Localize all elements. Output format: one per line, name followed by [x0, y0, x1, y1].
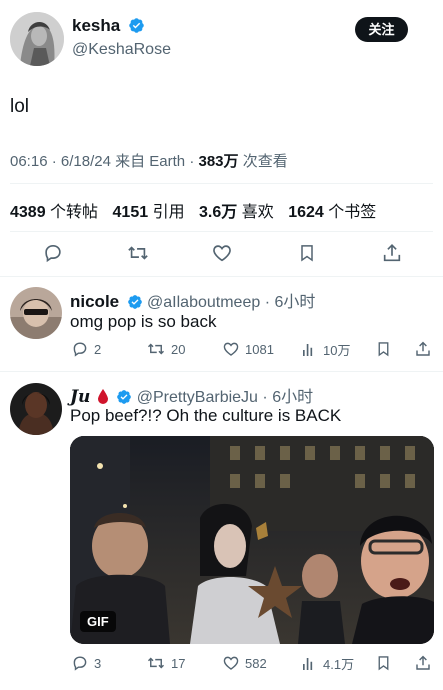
- blood-drop-icon: [97, 389, 108, 404]
- views-label: 次查看: [242, 153, 288, 170]
- retweet-button[interactable]: 17: [146, 654, 185, 672]
- like-count: 1081: [245, 341, 274, 357]
- like-icon: [223, 656, 239, 670]
- tweet-date[interactable]: 6/18/24: [61, 153, 111, 170]
- retweet-count: 17: [171, 655, 186, 671]
- reply-button[interactable]: [42, 242, 64, 264]
- reply-icon: [73, 342, 87, 357]
- like-button[interactable]: 582: [222, 654, 267, 672]
- gif-media[interactable]: GIF: [70, 436, 434, 644]
- author-handle[interactable]: @KeshaRose: [72, 41, 171, 59]
- like-count: 582: [245, 655, 267, 671]
- views-icon: [303, 657, 313, 670]
- meta-separator: ·: [189, 153, 195, 170]
- divider: [10, 183, 433, 184]
- bookmark-button[interactable]: [375, 340, 392, 358]
- author-name[interactable]: Ju: [70, 387, 90, 407]
- retweet-icon: [147, 657, 165, 669]
- like-button[interactable]: 1081: [222, 340, 274, 358]
- like-label[interactable]: 喜欢: [242, 204, 274, 221]
- tweet-source: 来自 Earth: [115, 153, 186, 170]
- bookmark-label[interactable]: 个书签: [328, 204, 376, 221]
- reply-icon: [73, 656, 87, 671]
- views-count: 4.1万: [323, 657, 355, 672]
- views-button[interactable]: 4.1万: [300, 654, 354, 673]
- meta-separator: ·: [264, 294, 271, 311]
- ju-avatar[interactable]: [10, 383, 62, 435]
- views-count: 383万: [198, 153, 239, 170]
- retweet-count: 20: [171, 341, 186, 357]
- bookmark-icon: [378, 656, 389, 671]
- tweet-meta: 06:16 · 6/18/24 来自 Earth · 383万 次查看: [10, 150, 288, 171]
- divider: [0, 276, 443, 277]
- reply-text: Pop beef?!? Oh the culture is BACK: [70, 406, 342, 425]
- retweet-button[interactable]: [126, 242, 150, 264]
- bookmark-button[interactable]: [375, 654, 392, 672]
- tweet-text: lol: [10, 96, 30, 117]
- divider: [0, 371, 443, 372]
- views-count: 10万: [323, 343, 351, 358]
- retweet-label[interactable]: 个转帖: [50, 204, 98, 221]
- quote-label[interactable]: 引用: [153, 204, 185, 221]
- reply-time[interactable]: 6小时: [272, 389, 313, 406]
- bookmark-count[interactable]: 1624: [288, 204, 324, 221]
- verified-badge-icon: [117, 390, 132, 404]
- kesha-avatar[interactable]: [10, 12, 64, 66]
- reply-icon: [45, 245, 61, 263]
- meta-separator: ·: [262, 389, 268, 406]
- divider: [10, 231, 433, 232]
- tweet-time[interactable]: 06:16: [10, 153, 48, 170]
- reply-count: 3: [94, 655, 102, 671]
- author-name[interactable]: kesha: [72, 16, 120, 35]
- retweet-count[interactable]: 4389: [10, 204, 46, 221]
- retweet-button[interactable]: 20: [146, 340, 185, 358]
- reply-button[interactable]: 2: [71, 340, 101, 358]
- meta-separator: ·: [51, 153, 57, 170]
- share-icon: [383, 244, 401, 262]
- retweet-icon: [128, 246, 148, 260]
- share-button[interactable]: [414, 654, 432, 672]
- like-button[interactable]: [211, 242, 233, 264]
- follow-button[interactable]: 关注: [355, 17, 408, 42]
- author-name[interactable]: nicole: [70, 292, 119, 311]
- views-button[interactable]: 10万: [300, 340, 350, 359]
- reply-count: 2: [94, 341, 102, 357]
- reply-button[interactable]: 3: [71, 654, 101, 672]
- reply-time[interactable]: 6小时: [274, 294, 315, 311]
- nicole-avatar[interactable]: [10, 287, 62, 339]
- retweet-icon: [147, 343, 165, 355]
- like-icon: [213, 245, 231, 262]
- author-handle[interactable]: @PrettyBarbieJu: [137, 389, 258, 406]
- quote-count[interactable]: 4151: [113, 204, 149, 221]
- share-button[interactable]: [381, 242, 403, 264]
- gif-still-image: [70, 436, 434, 644]
- tweet-stats: 4389 个转帖 4151 引用 3.6万 喜欢 1624 个书签: [10, 198, 386, 222]
- bookmark-icon: [378, 342, 389, 357]
- share-icon: [416, 655, 430, 670]
- share-button[interactable]: [414, 340, 432, 358]
- share-icon: [416, 341, 430, 356]
- bookmark-button[interactable]: [297, 242, 317, 264]
- gif-badge: GIF: [80, 611, 116, 632]
- verified-badge-icon: [128, 18, 144, 33]
- reply-text: omg pop is so back: [70, 312, 217, 331]
- verified-badge-icon: [127, 295, 142, 309]
- views-icon: [303, 343, 313, 356]
- like-count[interactable]: 3.6万: [199, 204, 237, 221]
- bookmark-icon: [301, 245, 313, 262]
- author-handle[interactable]: @aIlaboutmeep: [147, 294, 260, 311]
- like-icon: [223, 342, 239, 356]
